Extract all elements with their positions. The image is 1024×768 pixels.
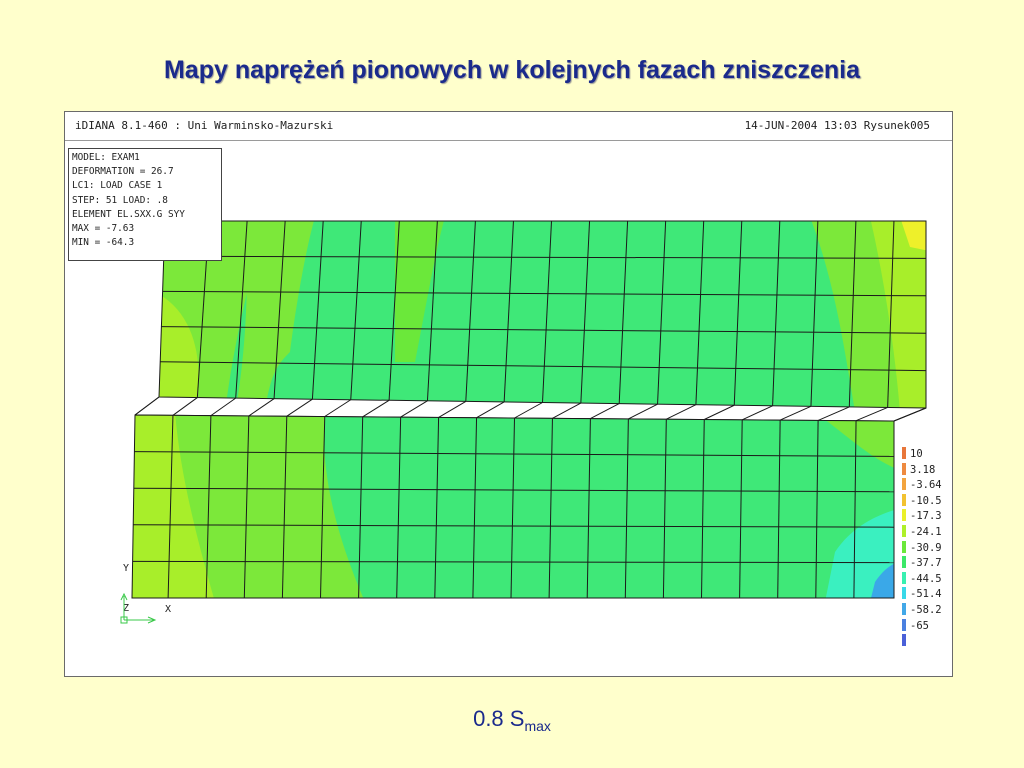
legend-swatch bbox=[902, 571, 906, 584]
legend-row: -44.5 bbox=[902, 569, 952, 585]
upper-block-contours bbox=[159, 221, 926, 408]
color-legend: 10 3.18 -3.64 -10.5 -17.3 -24.1 -30.9 -37.7 -44.… bbox=[902, 444, 952, 647]
interface-line bbox=[893, 407, 927, 422]
legend-row: -58.2 bbox=[902, 600, 952, 616]
interface-line bbox=[134, 396, 160, 416]
interface-line bbox=[210, 397, 236, 417]
legend-label: -30.9 bbox=[910, 541, 942, 554]
fe-result-window: iDIANA 8.1-460 : Uni Warminsko-Mazurski … bbox=[64, 111, 953, 677]
info-line: LC1: LOAD CASE 1 bbox=[72, 180, 163, 192]
legend-swatch bbox=[902, 618, 906, 631]
legend-label: 3.18 bbox=[910, 463, 936, 476]
legend-label: -37.7 bbox=[910, 557, 942, 570]
legend-label: -65 bbox=[910, 619, 929, 632]
legend-row bbox=[902, 631, 952, 647]
legend-label: -10.5 bbox=[910, 494, 942, 507]
legend-row: 3.18 bbox=[902, 460, 952, 476]
legend-label: -58.2 bbox=[910, 603, 942, 616]
lower-block-contours bbox=[132, 415, 894, 598]
legend-row: -51.4 bbox=[902, 584, 952, 600]
legend-swatch bbox=[902, 478, 906, 491]
legend-swatch bbox=[902, 524, 906, 537]
interface-line bbox=[248, 398, 275, 417]
legend-label: -17.3 bbox=[910, 510, 942, 523]
legend-row: 10 bbox=[902, 444, 952, 460]
axis-label-y: Y bbox=[123, 563, 130, 574]
interface-line bbox=[476, 401, 505, 419]
interface-line bbox=[552, 402, 582, 419]
info-line: ELEMENT EL.SXX.G SYY bbox=[72, 208, 185, 220]
legend-row: -37.7 bbox=[902, 553, 952, 569]
info-line: MODEL: EXAM1 bbox=[72, 152, 140, 163]
legend-label: -3.64 bbox=[910, 479, 942, 492]
caption-subscript: max bbox=[524, 718, 551, 734]
interface-line bbox=[855, 406, 888, 422]
caption-main: 0.8 S bbox=[473, 706, 525, 731]
legend-swatch bbox=[902, 602, 906, 615]
legend-label: -44.5 bbox=[910, 572, 942, 585]
legend-swatch bbox=[902, 587, 906, 600]
legend-row: -3.64 bbox=[902, 475, 952, 491]
legend-row: -17.3 bbox=[902, 506, 952, 522]
interface-line bbox=[324, 399, 352, 417]
legend-swatch bbox=[902, 540, 906, 553]
interface-line bbox=[741, 405, 773, 421]
legend-swatch bbox=[902, 509, 906, 522]
legend-swatch bbox=[902, 493, 906, 506]
legend-swatch bbox=[902, 462, 906, 475]
slide-title: Mapy naprężeń pionowych w kolejnych faza… bbox=[163, 56, 860, 84]
axis-triad-icon bbox=[120, 592, 157, 624]
legend-swatch bbox=[902, 556, 906, 569]
axis-label-x: X bbox=[165, 604, 172, 615]
interface-line bbox=[817, 406, 850, 421]
interface-line bbox=[666, 404, 697, 420]
legend-label: -24.1 bbox=[910, 525, 942, 538]
interface-line bbox=[172, 397, 198, 416]
info-line: DEFORMATION = 26.7 bbox=[72, 166, 174, 178]
interface-line bbox=[628, 403, 658, 420]
info-line: MIN = -64.3 bbox=[72, 237, 135, 249]
interface-line bbox=[704, 404, 735, 420]
legend-row: -10.5 bbox=[902, 491, 952, 507]
interface-line bbox=[362, 399, 390, 418]
legend-swatch bbox=[902, 447, 906, 459]
interface-line bbox=[514, 402, 543, 419]
interface-line bbox=[590, 403, 620, 420]
info-line: MAX = -7.63 bbox=[72, 223, 135, 235]
legend-label: 10 bbox=[910, 448, 923, 460]
interface-line bbox=[286, 398, 313, 417]
legend-row: -30.9 bbox=[902, 538, 952, 554]
model-info-box: MODEL: EXAM1 DEFORMATION = 26.7 LC1: LOA… bbox=[68, 148, 222, 261]
legend-row: -24.1 bbox=[902, 522, 952, 538]
interface-line bbox=[400, 400, 428, 418]
legend-row: -65 bbox=[902, 616, 952, 632]
legend-label: -51.4 bbox=[910, 588, 942, 601]
slide-caption: 0.8 Smax bbox=[0, 706, 1024, 734]
interface-line bbox=[438, 400, 467, 418]
legend-swatch bbox=[902, 634, 906, 647]
interface-line bbox=[779, 405, 812, 421]
info-line: STEP: 51 LOAD: .8 bbox=[72, 194, 168, 206]
